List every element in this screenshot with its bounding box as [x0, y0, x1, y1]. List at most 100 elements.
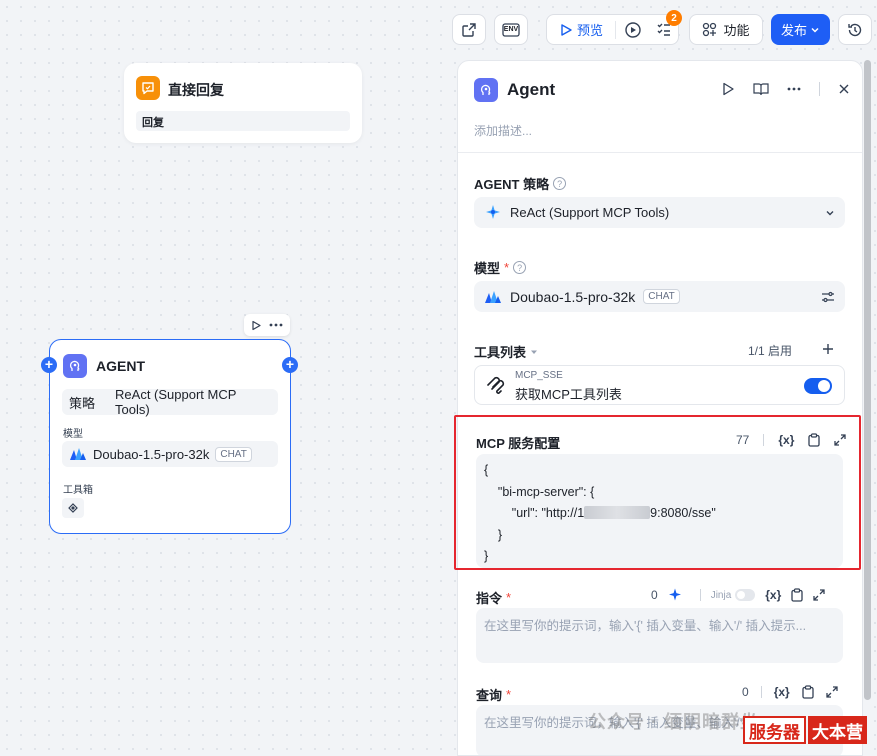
mcp-config-tools: 77 {x} [736, 433, 847, 447]
watermark-badge-left: 服务器 [743, 716, 806, 744]
agent-node[interactable]: AGENT 策略 ReAct (Support MCP Tools) 模型 Do… [49, 339, 291, 534]
agent-node-model: Doubao-1.5-pro-32k CHAT [62, 441, 278, 467]
expand-icon[interactable] [826, 686, 838, 698]
help-icon[interactable]: ? [553, 177, 567, 190]
instruction-count: 0 [651, 588, 658, 602]
strategy-select[interactable]: ReAct (Support MCP Tools) [474, 197, 845, 228]
insert-variable-icon[interactable]: {x} [778, 433, 794, 447]
model-settings-icon[interactable] [821, 290, 835, 304]
agent-node-title: AGENT [96, 358, 145, 374]
query-count: 0 [742, 685, 749, 699]
reply-node-title: 直接回复 [168, 82, 224, 98]
tools-enabled-count: 1/1 启用 [748, 344, 793, 358]
mcp-config-editor[interactable]: { "bi-mcp-server": { "url": "http://1 9:8… [476, 454, 843, 568]
history-button[interactable] [838, 14, 872, 45]
tools-section-label: 工具列表 [474, 342, 538, 361]
mcp-config-count: 77 [736, 433, 750, 447]
chevron-down-icon [811, 27, 819, 33]
instruction-section-label: 指令 * [476, 588, 511, 607]
run-history-button[interactable] [624, 21, 642, 39]
mcp-logo-icon [487, 376, 505, 394]
description-input[interactable]: 添加描述... [474, 122, 532, 139]
tool-enabled-toggle[interactable] [804, 378, 832, 394]
caret-down-icon[interactable] [530, 348, 538, 356]
close-icon[interactable] [838, 83, 850, 95]
preview-button[interactable]: 预览 [559, 20, 603, 39]
code-line: { [484, 463, 489, 477]
node-settings-panel: Agent 添加描述... AGENT 策略 ? ReAct (Support … [457, 60, 863, 756]
reply-node-field: 回复 [136, 111, 350, 131]
instruction-input[interactable]: 在这里写你的提示词，输入'{' 插入变量、输入'/' 插入提示... [476, 608, 843, 663]
model-tag: CHAT [215, 446, 252, 462]
run-icon[interactable] [721, 82, 735, 96]
agent-node-toolbox-label: 工具箱 [63, 485, 93, 496]
model-select[interactable]: Doubao-1.5-pro-32k CHAT [474, 281, 845, 312]
agent-head-icon [69, 360, 80, 371]
features-icon [703, 22, 717, 37]
reply-node-icon [136, 76, 160, 100]
run-node-icon[interactable] [251, 320, 262, 331]
ai-sparkle-icon[interactable] [668, 588, 682, 602]
model-label: 模型 [474, 261, 501, 276]
insert-variable-icon[interactable]: {x} [774, 685, 790, 699]
strategy-value: ReAct (Support MCP Tools) [115, 387, 237, 417]
play-icon [561, 23, 572, 36]
mcp-config-label: MCP 服务配置 [476, 436, 561, 451]
publish-button[interactable]: 发布 [771, 14, 830, 45]
export-icon [462, 22, 476, 37]
query-label: 查询 [476, 688, 503, 703]
add-tool-icon[interactable] [822, 343, 834, 355]
copy-icon[interactable] [791, 588, 803, 602]
copy-icon[interactable] [808, 433, 821, 447]
tool-name: 获取MCP工具列表 [515, 387, 622, 402]
add-input-icon[interactable]: + [41, 357, 57, 373]
checklist-badge: 2 [666, 10, 682, 26]
code-line: } [484, 549, 489, 563]
model-section-label: 模型 * ? [474, 258, 527, 277]
more-icon[interactable] [787, 87, 801, 91]
required-mark: * [506, 687, 512, 702]
help-icon[interactable]: ? [513, 261, 527, 274]
code-url-prefix: "url": "http://1 [484, 506, 585, 520]
divider [458, 152, 862, 153]
expand-icon[interactable] [813, 589, 825, 601]
required-mark: * [506, 590, 512, 605]
features-label: 功能 [723, 23, 750, 38]
reply-node[interactable]: 直接回复 回复 [124, 63, 362, 143]
strategy-key: 策略 [69, 395, 96, 411]
panel-scrollbar[interactable] [864, 60, 871, 700]
panel-actions [721, 82, 850, 96]
insert-variable-icon[interactable]: {x} [765, 588, 781, 602]
jinja-label: Jinja [710, 589, 732, 601]
features-button[interactable]: 功能 [689, 14, 763, 45]
env-button[interactable]: ENV [494, 14, 528, 45]
jinja-toggle[interactable] [735, 589, 756, 601]
react-strategy-icon [486, 204, 500, 219]
book-icon[interactable] [753, 82, 769, 96]
model-tag: CHAT [643, 289, 680, 304]
expand-icon[interactable] [834, 434, 847, 446]
preview-group: 预览 [546, 14, 679, 45]
instruction-tools: 0 Jinja {x} [651, 588, 825, 602]
preview-label: 预览 [577, 23, 604, 38]
copy-icon[interactable] [802, 685, 814, 699]
doubao-logo-icon [70, 448, 86, 460]
model-name: Doubao-1.5-pro-32k [93, 446, 210, 462]
env-label: ENV [503, 26, 519, 33]
export-button[interactable] [452, 14, 486, 45]
model-select-value: Doubao-1.5-pro-32k [510, 288, 636, 305]
code-url-suffix: 9:8080/sse" [650, 506, 716, 520]
watermark-badge-right: 大本营 [808, 716, 867, 744]
publish-label: 发布 [780, 23, 807, 38]
redacted-mask [584, 506, 651, 519]
instruction-label: 指令 [476, 591, 503, 606]
tool-item[interactable]: MCP_SSE 获取MCP工具列表 [474, 365, 845, 405]
strategy-section-label: AGENT 策略 ? [474, 174, 567, 193]
node-actions [244, 314, 290, 336]
more-icon[interactable] [269, 323, 283, 327]
agent-node-icon [63, 354, 87, 378]
add-output-icon[interactable]: + [282, 357, 298, 373]
watermark-text: 公众号 · 缅阴暗群坐 [588, 712, 759, 732]
agent-node-strategy: 策略 ReAct (Support MCP Tools) [62, 387, 278, 417]
agent-head-icon [480, 84, 491, 95]
